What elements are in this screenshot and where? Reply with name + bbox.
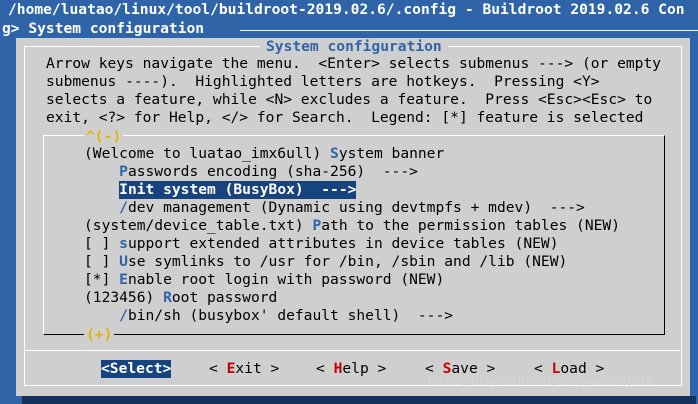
help-line: Arrow keys navigate the menu. <Enter> se… — [46, 55, 662, 72]
menu-item-label: oot password — [171, 289, 278, 306]
menu-item-hotkey: U — [119, 253, 128, 270]
menu-item-hotkey: / — [119, 307, 128, 324]
menu-item-hotkey: P — [119, 163, 128, 180]
menu-item-hotkey: / — [119, 199, 128, 216]
help-button[interactable]: < Help > — [316, 360, 386, 378]
menu-item-prefix — [84, 163, 119, 180]
menu-item-prefix — [84, 199, 119, 216]
menu-item-hotkey: S — [330, 145, 339, 162]
menu-item-system-banner[interactable]: (Welcome to luatao_imx6ull) System banne… — [84, 145, 444, 163]
menu-item-init-system[interactable]: Init system (BusyBox) ---> — [119, 181, 357, 199]
dialog-title: System configuration — [260, 38, 448, 56]
menu-item-checkbox: [ ] — [84, 235, 120, 252]
menu-item-root-login[interactable]: [*] Enable root login with password (NEW… — [84, 271, 444, 289]
button-label: xit > — [235, 360, 280, 377]
menu-item-prefix: (Welcome to luatao_imx6ull) — [84, 145, 331, 162]
window-title: /home/luatao/linux/tool/buildroot-2019.0… — [8, 1, 685, 18]
help-line: selects a feature, while <N> excludes a … — [46, 91, 653, 108]
menu-item-init-system-row: Init system (BusyBox) ---> — [84, 181, 357, 199]
menu-item-prefix: (123456) — [84, 289, 164, 306]
menu-item-hotkey: I — [119, 181, 128, 198]
menu-item-label: nit system (BusyBox) ---> — [127, 181, 357, 198]
menu-item-label: nable root login with password (NEW) — [127, 271, 445, 288]
menu-item-root-password[interactable]: (123456) Root password — [84, 289, 277, 307]
menu-item-hotkey: P — [312, 217, 322, 234]
menu-item-label: ath to the permission tables (NEW) — [321, 217, 620, 234]
menu-item-hotkey: E — [119, 271, 128, 288]
menu-item-label: upport extended attributes in device tab… — [127, 235, 559, 252]
breadcrumb: g> System configuration — [2, 20, 205, 37]
help-line: exit, <?> for Help, </> for Search. Lege… — [46, 109, 644, 126]
menu-item-extended-attributes[interactable]: [ ] support extended attributes in devic… — [84, 235, 558, 253]
menu-item-label: asswords encoding (sha-256) ---> — [127, 163, 418, 180]
menu-item-prefix — [84, 307, 119, 324]
menu-item-checkbox: [ ] — [84, 253, 120, 270]
menu-item-prefix: (system/device_table.txt) — [84, 217, 313, 234]
select-button[interactable]: <Select> — [101, 360, 172, 378]
menu-item-usr-symlinks[interactable]: [ ] Use symlinks to /usr for /bin, /sbin… — [84, 253, 567, 271]
breadcrumb-rule — [240, 30, 698, 31]
help-text: Arrow keys navigate the menu. <Enter> se… — [46, 55, 661, 127]
menu-item-passwords-encoding[interactable]: Passwords encoding (sha-256) ---> — [84, 163, 418, 181]
scroll-up-indicator[interactable]: ^(-) — [84, 128, 124, 146]
help-line: submenus ----). Highlighted letters are … — [46, 73, 600, 90]
watermark: https://blog.csdn.net/lengyuefeng212 — [428, 374, 655, 388]
menu-item-hotkey: s — [119, 235, 128, 252]
button-label: elp > — [342, 360, 387, 377]
menu-item-dev-management[interactable]: /dev management (Dynamic using devtmpfs … — [84, 199, 585, 217]
button-bracket: < — [316, 360, 334, 377]
scroll-down-indicator[interactable]: (+) — [84, 326, 115, 344]
menu-item-label: bin/sh (busybox' default shell) ---> — [127, 307, 454, 324]
menu-item-permission-tables[interactable]: (system/device_table.txt) Path to the pe… — [84, 217, 620, 235]
menu-item-shell[interactable]: /bin/sh (busybox' default shell) ---> — [84, 307, 453, 325]
menu-item-hotkey: R — [163, 289, 172, 306]
exit-button[interactable]: < Exit > — [209, 360, 279, 378]
menu-item-label: dev management (Dynamic using devtmpfs +… — [127, 199, 585, 216]
button-hotkey: S — [109, 360, 119, 377]
config-dialog: System configuration Arrow keys navigate… — [16, 38, 690, 396]
button-bracket: < — [101, 360, 110, 377]
menu-item-prefix — [84, 181, 119, 198]
button-label: elect> — [118, 360, 172, 377]
footer-rule — [24, 350, 680, 351]
menu-item-label: se symlinks to /usr for /bin, /sbin and … — [127, 253, 568, 270]
dialog-shadow — [22, 396, 696, 404]
button-bracket: < — [209, 360, 227, 377]
menu-item-checkbox: [*] — [84, 271, 120, 288]
menu-item-label: ystem banner — [338, 145, 445, 162]
